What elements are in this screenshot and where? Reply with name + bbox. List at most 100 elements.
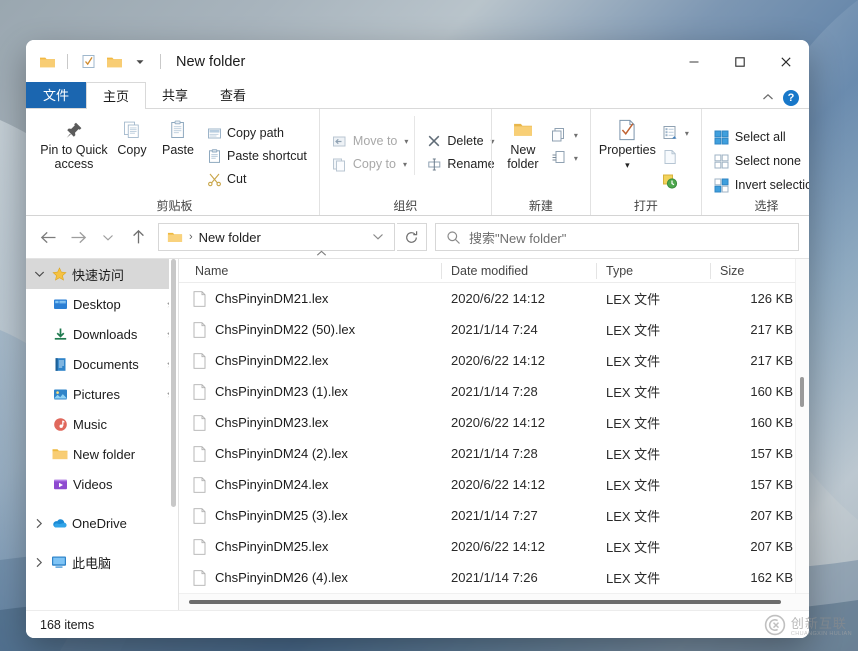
select-all-label: Select all xyxy=(735,130,786,144)
column-header-name[interactable]: Name xyxy=(179,259,441,283)
forward-button[interactable] xyxy=(64,223,92,251)
move-to-chevron-down-icon[interactable]: ▾ xyxy=(404,137,408,146)
chevron-down-icon[interactable] xyxy=(32,270,46,278)
open-button[interactable]: ▾ xyxy=(658,122,693,144)
sidebar-item-downloads[interactable]: Downloads xyxy=(26,319,178,349)
sidebar-item-onedrive[interactable]: OneDrive xyxy=(26,508,178,538)
file-name-cell[interactable]: ChsPinyinDM22 (50).lex xyxy=(179,322,441,338)
history-button[interactable] xyxy=(658,170,693,192)
maximize-button[interactable] xyxy=(717,40,763,83)
sidebar-item-new-folder[interactable]: New folder xyxy=(26,439,178,469)
select-none-button[interactable]: Select none xyxy=(710,150,809,172)
pictures-icon xyxy=(52,386,68,402)
tab-home[interactable]: 主页 xyxy=(86,82,146,109)
file-list-vertical-scroll-thumb[interactable] xyxy=(800,377,804,407)
sidebar-item-videos[interactable]: Videos xyxy=(26,469,178,499)
lex-file-icon xyxy=(191,508,207,524)
sidebar-item-documents[interactable]: Documents xyxy=(26,349,178,379)
search-box[interactable]: 搜索"New folder" xyxy=(435,223,799,251)
table-row[interactable]: ChsPinyinDM23.lex 2020/6/22 14:12 LEX 文件… xyxy=(179,407,809,438)
file-name-cell[interactable]: ChsPinyinDM25.lex xyxy=(179,539,441,555)
navigation-pane-scrollbar[interactable] xyxy=(169,259,178,610)
table-row[interactable]: ChsPinyinDM26 (4).lex 2021/1/14 7:26 LEX… xyxy=(179,562,809,593)
tab-file[interactable]: 文件 xyxy=(26,82,86,108)
table-row[interactable]: ChsPinyinDM25.lex 2020/6/22 14:12 LEX 文件… xyxy=(179,531,809,562)
refresh-button[interactable] xyxy=(397,223,427,251)
open-chevron-down-icon[interactable]: ▾ xyxy=(685,129,689,138)
copy-to-chevron-down-icon[interactable]: ▾ xyxy=(403,160,407,169)
file-name-cell[interactable]: ChsPinyinDM26 (4).lex xyxy=(179,570,441,586)
watermark-en: CHUANGXIN HULIAN xyxy=(791,632,852,638)
new-folder-icon[interactable] xyxy=(103,51,125,73)
file-name-cell[interactable]: ChsPinyinDM24.lex xyxy=(179,477,441,493)
table-row[interactable]: ChsPinyinDM22 (50).lex 2021/1/14 7:24 LE… xyxy=(179,314,809,345)
move-to-button[interactable]: Move to ▾ xyxy=(328,130,412,152)
ribbon-group-label-organize: 组织 xyxy=(320,200,491,215)
new-item-button[interactable]: ▾ xyxy=(547,124,582,146)
file-name-cell[interactable]: ChsPinyinDM24 (2).lex xyxy=(179,446,441,462)
breadcrumb-current[interactable]: New folder xyxy=(199,230,261,245)
edit-button[interactable] xyxy=(658,146,693,168)
back-button[interactable] xyxy=(34,223,62,251)
rename-button[interactable]: Rename xyxy=(422,153,498,175)
sidebar-item-pictures[interactable]: Pictures xyxy=(26,379,178,409)
tab-share[interactable]: 共享 xyxy=(146,82,204,108)
file-list-vertical-scrollbar[interactable] xyxy=(795,259,809,593)
file-name-cell[interactable]: ChsPinyinDM25 (3).lex xyxy=(179,508,441,524)
copy-button[interactable]: Copy xyxy=(110,116,154,157)
file-list-horizontal-scrollbar[interactable] xyxy=(179,593,809,610)
table-row[interactable]: ChsPinyinDM24 (2).lex 2021/1/14 7:28 LEX… xyxy=(179,438,809,469)
table-row[interactable]: ChsPinyinDM22.lex 2020/6/22 14:12 LEX 文件… xyxy=(179,345,809,376)
select-all-button[interactable]: Select all xyxy=(710,126,809,148)
new-item-chevron-down-icon[interactable]: ▾ xyxy=(574,131,578,140)
lex-file-icon xyxy=(191,539,207,555)
pin-to-quick-access-button[interactable]: Pin to Quick access xyxy=(38,116,110,171)
invert-selection-button[interactable]: Invert selection xyxy=(710,174,809,196)
cut-button[interactable]: Cut xyxy=(202,168,311,190)
minimize-button[interactable] xyxy=(671,40,717,83)
file-name-cell[interactable]: ChsPinyinDM23 (1).lex xyxy=(179,384,441,400)
sidebar-item-music[interactable]: Music xyxy=(26,409,178,439)
up-button[interactable] xyxy=(124,223,152,251)
chevron-right-icon[interactable] xyxy=(32,518,46,529)
navigation-pane-scroll-thumb[interactable] xyxy=(171,259,176,507)
column-header-date-modified[interactable]: Date modified xyxy=(441,259,596,283)
sidebar-item-quick-access[interactable]: 快速访问 xyxy=(26,259,178,289)
paste-button[interactable]: Paste xyxy=(154,116,202,157)
sidebar-item-this-pc[interactable]: 此电脑 xyxy=(26,547,178,577)
collapse-ribbon-icon[interactable] xyxy=(762,93,774,104)
easy-access-chevron-down-icon[interactable]: ▾ xyxy=(574,154,578,163)
folder-icon[interactable] xyxy=(36,51,58,73)
properties-check-icon[interactable] xyxy=(77,51,99,73)
file-list-horizontal-scroll-thumb[interactable] xyxy=(189,600,781,604)
chevron-right-icon[interactable] xyxy=(32,557,46,568)
properties-button[interactable]: Properties ▾ xyxy=(599,116,656,172)
easy-access-button[interactable]: ▾ xyxy=(547,147,582,169)
customize-chevron-icon[interactable] xyxy=(129,51,151,73)
onedrive-icon xyxy=(51,515,67,531)
properties-dropdown-caret-icon[interactable]: ▾ xyxy=(625,160,630,170)
search-input[interactable]: 搜索"New folder" xyxy=(469,228,566,247)
copy-path-button[interactable]: Copy path xyxy=(202,122,311,144)
file-name-cell[interactable]: ChsPinyinDM23.lex xyxy=(179,415,441,431)
close-button[interactable] xyxy=(763,40,809,83)
file-name-cell[interactable]: ChsPinyinDM21.lex xyxy=(179,291,441,307)
address-dropdown-chevron-icon[interactable] xyxy=(366,228,390,246)
sidebar-item-desktop[interactable]: Desktop xyxy=(26,289,178,319)
column-header-size[interactable]: Size xyxy=(710,259,805,283)
help-icon[interactable]: ? xyxy=(783,90,799,106)
delete-button[interactable]: Delete ▾ xyxy=(422,130,498,152)
table-row[interactable]: ChsPinyinDM25 (3).lex 2021/1/14 7:27 LEX… xyxy=(179,500,809,531)
column-header-type[interactable]: Type xyxy=(596,259,710,283)
table-row[interactable]: ChsPinyinDM24.lex 2020/6/22 14:12 LEX 文件… xyxy=(179,469,809,500)
copy-to-button[interactable]: Copy to ▾ xyxy=(328,153,412,175)
file-name-cell[interactable]: ChsPinyinDM22.lex xyxy=(179,353,441,369)
table-row[interactable]: ChsPinyinDM21.lex 2020/6/22 14:12 LEX 文件… xyxy=(179,283,809,314)
paste-shortcut-button[interactable]: Paste shortcut xyxy=(202,145,311,167)
recent-locations-button[interactable] xyxy=(94,223,122,251)
new-folder-button[interactable]: New folder xyxy=(500,116,546,171)
tab-view[interactable]: 查看 xyxy=(204,82,262,108)
table-row[interactable]: ChsPinyinDM23 (1).lex 2021/1/14 7:28 LEX… xyxy=(179,376,809,407)
sidebar-item-label: Pictures xyxy=(73,387,161,402)
address-bar[interactable]: › New folder xyxy=(158,223,395,251)
